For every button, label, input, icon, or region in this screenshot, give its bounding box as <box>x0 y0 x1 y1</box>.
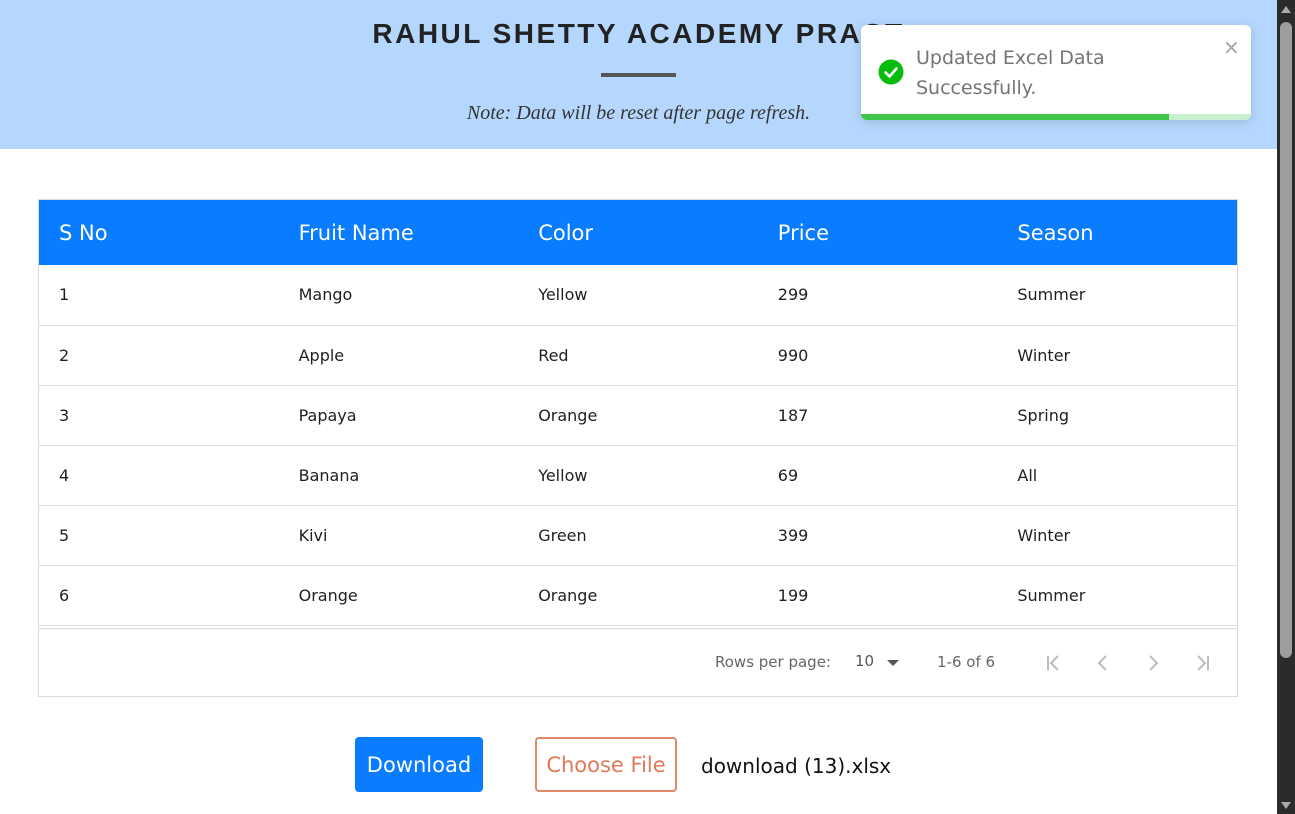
fruits-table: S No Fruit Name Color Price Season 1 Man… <box>38 199 1238 697</box>
download-button[interactable]: Download <box>355 737 483 792</box>
page: RAHUL SHETTY ACADEMY PRACT Note: Data wi… <box>0 0 1277 814</box>
cell-season: Spring <box>1017 405 1070 425</box>
cell-color: Red <box>538 345 569 365</box>
cell-fruit-name: Orange <box>298 585 358 605</box>
table-row: 4 Banana Yellow 69 All <box>39 445 1237 505</box>
table-row: 3 Papaya Orange 187 Spring <box>39 385 1237 445</box>
choose-file-button[interactable]: Choose File <box>535 737 677 792</box>
next-page-icon[interactable] <box>1141 651 1165 675</box>
dropdown-caret-icon[interactable] <box>887 660 899 666</box>
previous-page-icon[interactable] <box>1091 651 1115 675</box>
toast-message: Updated Excel Data Successfully. <box>916 47 1105 99</box>
rows-per-page-label: Rows per page: <box>715 653 831 671</box>
last-page-icon[interactable] <box>1191 651 1215 675</box>
cell-sno: 4 <box>59 465 70 485</box>
cell-sno: 3 <box>59 405 70 425</box>
scroll-down-arrow-icon[interactable] <box>1281 802 1291 809</box>
first-page-icon[interactable] <box>1041 651 1065 675</box>
cell-color: Green <box>538 525 587 545</box>
cell-sno: 6 <box>59 585 70 605</box>
data-table: S No Fruit Name Color Price Season 1 Man… <box>39 200 1237 626</box>
cell-sno: 1 <box>59 285 70 305</box>
table-header-row: S No Fruit Name Color Price Season <box>39 200 1237 265</box>
scrollbar-thumb[interactable] <box>1280 22 1292 658</box>
cell-fruit-name: Banana <box>298 465 360 485</box>
column-header-color[interactable]: Color <box>518 200 758 265</box>
cell-fruit-name: Kivi <box>298 525 328 545</box>
cell-color: Orange <box>538 585 598 605</box>
cell-season: All <box>1017 465 1038 485</box>
cell-price: 299 <box>777 285 809 305</box>
cell-season: Winter <box>1017 345 1071 365</box>
pagination-bar: Rows per page: 10 1-6 of 6 <box>39 628 1237 696</box>
title-divider <box>601 73 676 77</box>
toast-progress-bar <box>861 114 1170 120</box>
column-header-fruit-name[interactable]: Fruit Name <box>279 200 519 265</box>
table-row: 6 Orange Orange 199 Summer <box>39 565 1237 625</box>
cell-season: Summer <box>1017 285 1086 305</box>
cell-color: Yellow <box>538 285 588 305</box>
cell-fruit-name: Mango <box>298 285 353 305</box>
scroll-up-arrow-icon[interactable] <box>1281 6 1291 13</box>
cell-sno: 5 <box>59 525 70 545</box>
cell-price: 69 <box>777 465 799 485</box>
column-header-price[interactable]: Price <box>758 200 998 265</box>
check-circle-icon <box>878 59 904 85</box>
table-row: 1 Mango Yellow 299 Summer <box>39 265 1237 325</box>
success-toast: Updated Excel Data Successfully. × <box>861 25 1251 120</box>
cell-price: 199 <box>777 585 809 605</box>
selected-file-name: download (13).xlsx <box>701 754 892 778</box>
close-icon[interactable]: × <box>1223 35 1240 59</box>
table-row: 2 Apple Red 990 Winter <box>39 325 1237 385</box>
cell-price: 399 <box>777 525 809 545</box>
cell-price: 990 <box>777 345 809 365</box>
cell-fruit-name: Apple <box>298 345 345 365</box>
cell-sno: 2 <box>59 345 70 365</box>
rows-per-page-select[interactable]: 10 <box>855 652 874 670</box>
pagination-range: 1-6 of 6 <box>937 653 996 671</box>
cell-color: Yellow <box>538 465 588 485</box>
cell-fruit-name: Papaya <box>298 405 357 425</box>
cell-season: Summer <box>1017 585 1086 605</box>
cell-season: Winter <box>1017 525 1071 545</box>
column-header-sno[interactable]: S No <box>39 200 279 265</box>
vertical-scrollbar[interactable] <box>1277 0 1295 814</box>
column-header-season[interactable]: Season <box>997 200 1237 265</box>
cell-price: 187 <box>777 405 809 425</box>
table-row: 5 Kivi Green 399 Winter <box>39 505 1237 565</box>
cell-color: Orange <box>538 405 598 425</box>
